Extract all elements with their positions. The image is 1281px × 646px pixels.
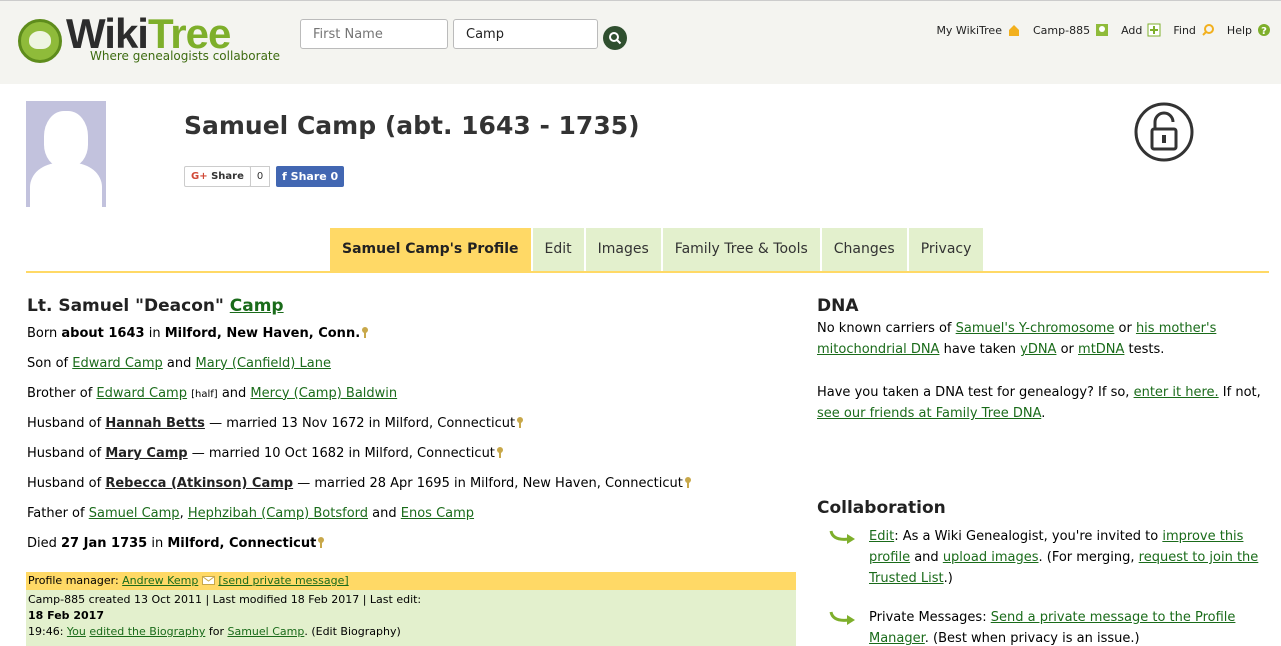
google-plus-share-count: 0 — [250, 166, 270, 187]
collab-edit-item: Edit: As a Wiki Genealogist, you're invi… — [817, 526, 1262, 589]
tab-family-tree-tools[interactable]: Family Tree & Tools — [662, 228, 820, 271]
tab-edit[interactable]: Edit — [532, 228, 584, 271]
plus-icon — [1147, 23, 1161, 37]
question-icon: ? — [1258, 24, 1270, 37]
child-link[interactable]: Samuel Camp — [89, 506, 180, 521]
children-line: Father of Samuel Camp, Hephzibah (Camp) … — [27, 505, 475, 521]
profile-photo-placeholder — [26, 101, 106, 207]
nav-label: Add — [1121, 23, 1143, 37]
upload-images-link[interactable]: upload images — [943, 550, 1039, 565]
site-header: WikiTree Where genealogists collaborate … — [0, 0, 1281, 84]
sibling-link[interactable]: Mercy (Camp) Baldwin — [250, 386, 397, 401]
nav-label: Camp-885 — [1032, 23, 1091, 37]
page-title: Samuel Camp (abt. 1643 - 1735) — [184, 111, 640, 140]
send-private-message-link[interactable]: [send private message] — [218, 574, 348, 587]
recent-edit-entry: 19:46: You edited the Biography for Samu… — [28, 625, 401, 638]
biography-summary: Lt. Samuel "Deacon" Camp Born about 1643… — [27, 296, 797, 564]
wikitree-logo[interactable]: WikiTree Where genealogists collaborate — [18, 9, 288, 69]
spouse-line: Husband of Mary Camp — married 10 Oct 16… — [27, 445, 797, 463]
dna-section: DNA No known carriers of Samuel's Y-chro… — [817, 296, 1262, 446]
map-pin-icon[interactable] — [496, 447, 503, 459]
last-edit-date: 18 Feb 2017 — [28, 609, 104, 622]
spouse-line: Husband of Hannah Betts — married 13 Nov… — [27, 415, 797, 433]
facebook-icon: f — [282, 170, 287, 183]
nav-my-wikitree[interactable]: My WikiTree — [936, 23, 1021, 37]
spouse-line: Husband of Rebecca (Atkinson) Camp — mar… — [27, 475, 797, 493]
profile-history-box: Camp-885 created 13 Oct 2011 | Last modi… — [26, 590, 796, 646]
curved-arrow-icon — [829, 530, 855, 544]
map-pin-icon[interactable] — [362, 327, 369, 338]
map-pin-icon[interactable] — [517, 417, 524, 429]
tab-divider — [26, 271, 1269, 273]
father-link[interactable]: Edward Camp — [72, 356, 163, 371]
sibling-link[interactable]: Edward Camp — [96, 386, 187, 401]
tab-images[interactable]: Images — [585, 228, 661, 271]
editor-link[interactable]: You — [67, 625, 86, 638]
full-name-heading: Lt. Samuel "Deacon" Camp — [27, 296, 284, 316]
google-plus-share-button[interactable]: G+ Share — [184, 166, 251, 187]
profile-icon — [1096, 24, 1109, 36]
collab-messages-item: Private Messages: Send a private message… — [817, 607, 1262, 646]
collaboration-section: Collaboration Edit: As a Wiki Genealogis… — [817, 498, 1262, 646]
nav-help[interactable]: Help ? — [1227, 23, 1271, 37]
surname-link[interactable]: Camp — [230, 296, 284, 316]
tree-logo-icon — [18, 19, 62, 63]
tab-privacy[interactable]: Privacy — [908, 228, 984, 271]
y-chromosome-link[interactable]: Samuel's Y-chromosome — [956, 321, 1115, 336]
privacy-lock-icon[interactable] — [1133, 101, 1195, 163]
birth-line: Born about 1643 in Milford, New Haven, C… — [27, 325, 797, 343]
profile-manager-link[interactable]: Andrew Kemp — [122, 574, 198, 587]
last-name-input[interactable] — [453, 19, 598, 49]
profile-manager-bar: Profile manager: Andrew Kemp [send priva… — [26, 572, 796, 590]
spouse-link[interactable]: Hannah Betts — [105, 416, 205, 431]
svg-text:?: ? — [1261, 26, 1267, 37]
spouse-link[interactable]: Rebecca (Atkinson) Camp — [105, 476, 293, 491]
search-icon — [609, 32, 622, 45]
profile-tabs: Samuel Camp's Profile Edit Images Family… — [330, 228, 984, 271]
edit-link[interactable]: Edit — [869, 529, 894, 544]
logo-tagline: Where genealogists collaborate — [90, 49, 281, 63]
map-pin-icon[interactable] — [684, 476, 691, 488]
mother-link[interactable]: Mary (Canfield) Lane — [196, 356, 331, 371]
nav-find[interactable]: Find — [1173, 23, 1215, 37]
child-link[interactable]: Enos Camp — [401, 506, 474, 521]
dna-heading: DNA — [817, 296, 859, 316]
nav-add[interactable]: Add — [1121, 23, 1161, 37]
tab-changes[interactable]: Changes — [821, 228, 907, 271]
nav-label: My WikiTree — [936, 23, 1002, 37]
mtdna-link[interactable]: mtDNA — [1078, 342, 1124, 357]
curved-arrow-icon — [829, 611, 855, 625]
family-tree-dna-link[interactable]: see our friends at Family Tree DNA — [817, 406, 1041, 421]
envelope-icon[interactable] — [201, 576, 215, 585]
ydna-link[interactable]: yDNA — [1020, 342, 1056, 357]
first-name-input[interactable] — [300, 19, 448, 49]
created-modified-text: Camp-885 created 13 Oct 2011 | Last modi… — [28, 593, 422, 606]
house-icon — [1008, 25, 1019, 36]
collaboration-heading: Collaboration — [817, 498, 946, 518]
parents-line: Son of Edward Camp and Mary (Canfield) L… — [27, 355, 331, 371]
top-nav: My WikiTree Camp-885 Add Find Help ? — [930, 23, 1271, 37]
edited-biography-link[interactable]: edited the Biography — [89, 625, 205, 638]
enter-dna-test-link[interactable]: enter it here. — [1134, 385, 1219, 400]
nav-label: Find — [1173, 23, 1196, 37]
nav-label: Help — [1226, 23, 1252, 37]
magnifier-icon — [1202, 24, 1214, 36]
siblings-line: Brother of Edward Camp [half] and Mercy … — [27, 385, 398, 401]
child-link[interactable]: Hephzibah (Camp) Botsford — [188, 506, 368, 521]
dna-test-prompt: Have you taken a DNA test for genealogy?… — [817, 385, 1261, 421]
spouse-link[interactable]: Mary Camp — [105, 446, 187, 461]
tab-profile[interactable]: Samuel Camp's Profile — [330, 228, 531, 271]
death-line: Died 27 Jan 1735 in Milford, Connecticut — [27, 535, 797, 553]
nav-camp-885[interactable]: Camp-885 — [1033, 23, 1109, 37]
search-button[interactable] — [603, 26, 627, 50]
subject-link[interactable]: Samuel Camp — [227, 625, 304, 638]
dna-carriers-text: No known carriers of Samuel's Y-chromoso… — [817, 321, 1217, 357]
map-pin-icon[interactable] — [318, 536, 325, 548]
facebook-share-button[interactable]: f Share 0 — [276, 166, 345, 187]
